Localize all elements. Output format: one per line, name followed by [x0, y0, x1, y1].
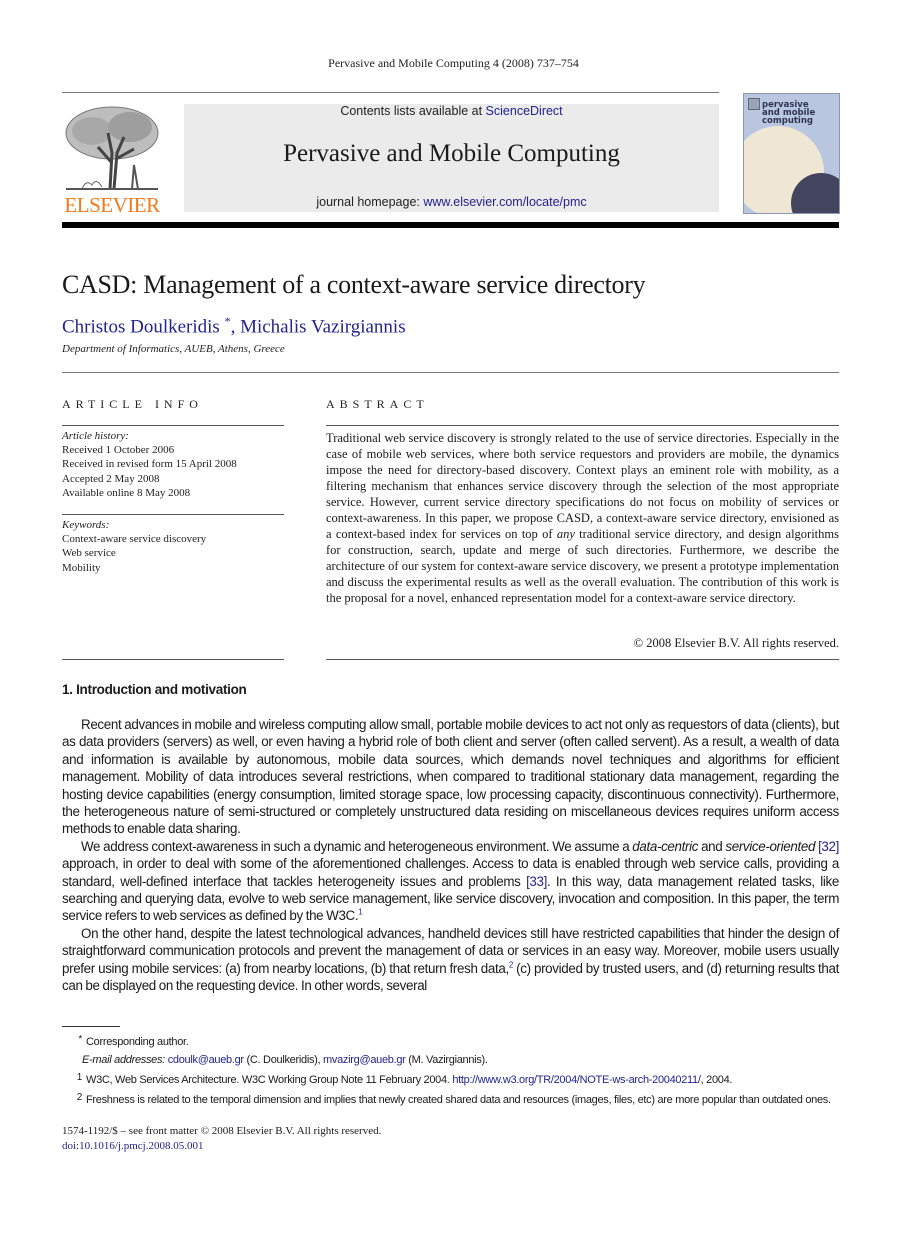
homepage-prefix: journal homepage:: [316, 195, 424, 209]
article-info-rule: [62, 425, 284, 426]
email-link[interactable]: mvazirg@aueb.gr: [323, 1054, 406, 1066]
contents-line: Contents lists available at ScienceDirec…: [184, 104, 719, 118]
issn-line: 1574-1192/$ – see front matter © 2008 El…: [62, 1125, 382, 1137]
email-link[interactable]: cdoulk@aueb.gr: [168, 1054, 244, 1066]
footnote-ref[interactable]: 1: [358, 908, 362, 917]
article-history-label: Article history:: [62, 430, 129, 442]
tree-icon: [65, 106, 159, 190]
keywords: Keywords: Context-aware service discover…: [62, 518, 284, 575]
affiliation: Department of Informatics, AUEB, Athens,…: [62, 343, 285, 355]
cover-badge-icon: [748, 98, 760, 110]
history-item: Accepted 2 May 2008: [62, 472, 160, 485]
w3c-link[interactable]: http://www.w3.org/TR/2004/NOTE-ws-arch-2…: [452, 1074, 701, 1086]
paper-title: CASD: Management of a context-aware serv…: [62, 270, 646, 299]
footnote-2: 2 Freshness is related to the temporal di…: [76, 1091, 831, 1106]
abstract-rule: [326, 425, 839, 426]
author-name[interactable]: Michalis Vazirgiannis: [240, 316, 406, 337]
article-info-heading: ARTICLE INFO: [62, 397, 203, 411]
abstract-copyright: © 2008 Elsevier B.V. All rights reserved…: [633, 636, 839, 650]
journal-cover-thumbnail: pervasive and mobile computing: [743, 93, 840, 214]
author-separator: ,: [230, 316, 241, 338]
section-body: Recent advances in mobile and wireless c…: [62, 716, 839, 995]
footnote-corresponding: * Corresponding author.: [78, 1034, 189, 1048]
front-matter: 1574-1192/$ – see front matter © 2008 El…: [62, 1124, 381, 1154]
journal-homepage-line: journal homepage: www.elsevier.com/locat…: [184, 195, 719, 209]
footnote-emails: E-mail addresses: cdoulk@aueb.gr (C. Dou…: [82, 1053, 488, 1066]
running-head: Pervasive and Mobile Computing 4 (2008) …: [328, 56, 579, 70]
masthead-thick-rule: [62, 222, 839, 228]
journal-title: Pervasive and Mobile Computing: [283, 140, 620, 167]
article-info-rule: [62, 659, 284, 660]
abstract-heading: ABSTRACT: [326, 397, 429, 411]
section-heading: 1. Introduction and motivation: [62, 682, 247, 697]
citation-link[interactable]: [32]: [818, 839, 839, 854]
footnotes: * Corresponding author. E-mail addresses:…: [62, 1031, 839, 1108]
abstract-rule: [326, 659, 839, 660]
abstract-text: Traditional web service discovery is str…: [326, 431, 839, 605]
keywords-label: Keywords:: [62, 519, 110, 531]
title-divider: [62, 372, 839, 373]
history-item: Available online 8 May 2008: [62, 486, 191, 499]
paragraph: On the other hand, despite the latest te…: [62, 925, 839, 994]
article-info-rule: [62, 514, 284, 515]
keyword-item: Web service: [62, 547, 116, 560]
masthead-top-rule: [62, 92, 719, 93]
elsevier-wordmark: ELSEVIER: [64, 193, 160, 217]
keyword-item: Mobility: [62, 561, 101, 574]
article-history: Article history: Received 1 October 2006…: [62, 429, 284, 500]
history-item: Received 1 October 2006: [62, 444, 175, 457]
paragraph: We address context-awareness in such a d…: [62, 838, 839, 924]
citation-link[interactable]: [33]: [526, 874, 547, 889]
journal-homepage-link[interactable]: www.elsevier.com/locate/pmc: [423, 195, 586, 209]
footnote-1: 1 W3C, Web Services Architecture. W3C Wor…: [76, 1072, 733, 1086]
paragraph: Recent advances in mobile and wireless c…: [62, 717, 839, 837]
contents-prefix: Contents lists available at: [340, 104, 486, 118]
keyword-item: Context-aware service discovery: [62, 533, 207, 546]
footnote-rule: [62, 1026, 120, 1027]
author-name[interactable]: Christos Doulkeridis: [62, 316, 220, 337]
cover-title: pervasive and mobile computing: [762, 100, 816, 126]
doi-link[interactable]: doi:10.1016/j.pmcj.2008.05.001: [62, 1140, 203, 1152]
sciencedirect-link[interactable]: ScienceDirect: [486, 104, 563, 118]
author-list: Christos Doulkeridis *, Michalis Vazirgi…: [62, 314, 406, 338]
history-item: Received in revised form 15 April 2008: [62, 458, 237, 471]
